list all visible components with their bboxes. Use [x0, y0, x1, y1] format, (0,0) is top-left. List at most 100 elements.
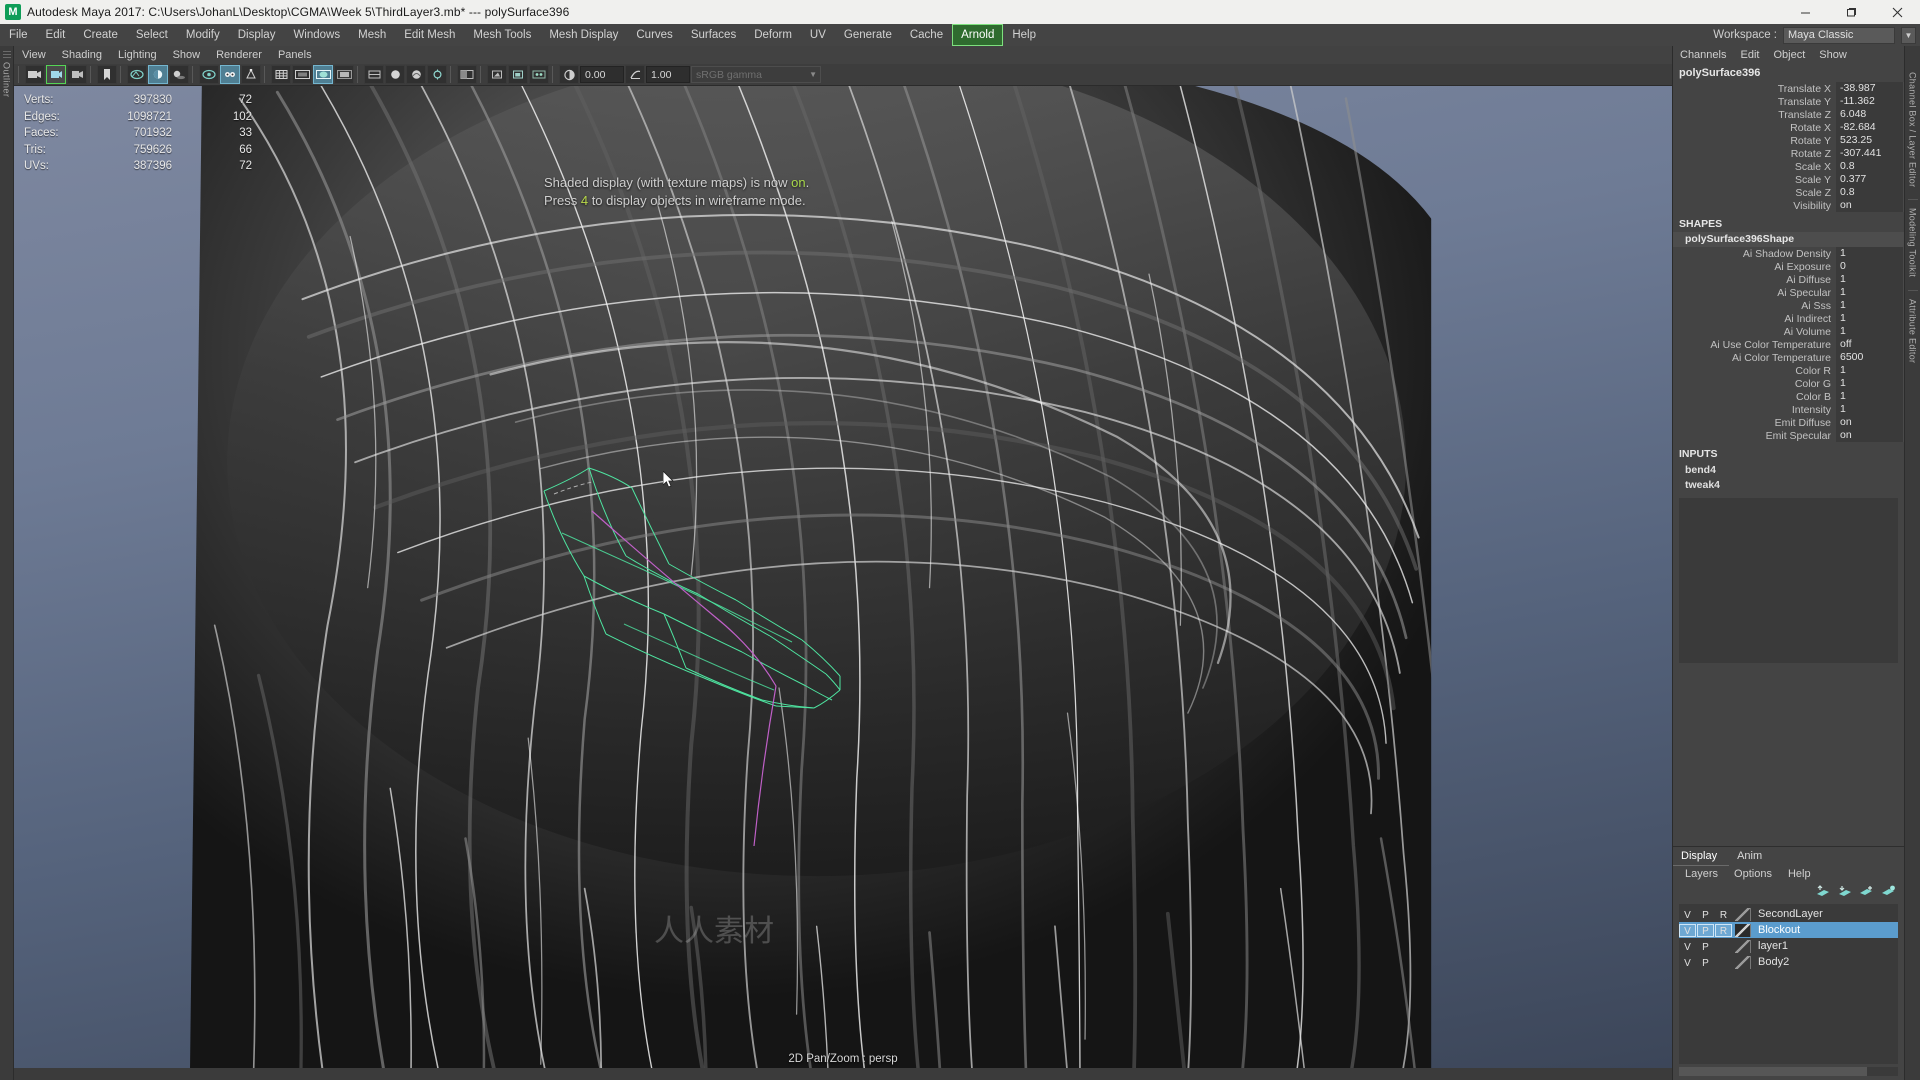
attr-value-ai-shadow-density[interactable]: 1 — [1836, 247, 1904, 260]
menu-item-generate[interactable]: Generate — [835, 24, 901, 46]
viewport-menu-renderer[interactable]: Renderer — [208, 46, 270, 64]
attr-value-emit-specular[interactable]: on — [1836, 429, 1904, 442]
attr-value-color-b[interactable]: 1 — [1836, 390, 1904, 403]
menu-item-deform[interactable]: Deform — [745, 24, 801, 46]
new-layer-from-selected-icon[interactable] — [1881, 885, 1896, 898]
layer-menu-options[interactable]: Options — [1726, 868, 1780, 880]
textured-icon[interactable] — [406, 65, 426, 84]
menu-item-help[interactable]: Help — [1003, 24, 1045, 46]
maximize-icon[interactable] — [1828, 0, 1874, 24]
menu-item-mesh[interactable]: Mesh — [349, 24, 395, 46]
viewport-menu-panels[interactable]: Panels — [270, 46, 320, 64]
layer-row-layer1[interactable]: V P layer1 — [1679, 938, 1898, 954]
chevron-down-icon[interactable]: ▼ — [1901, 26, 1916, 44]
layer-reference-toggle[interactable] — [1715, 956, 1732, 969]
antialias-icon[interactable] — [508, 65, 528, 84]
motion-blur-icon[interactable] — [529, 65, 549, 84]
channel-menu-channels[interactable]: Channels — [1673, 46, 1733, 64]
channel-menu-edit[interactable]: Edit — [1733, 46, 1766, 64]
camera-settings-icon[interactable] — [67, 65, 87, 84]
menu-item-file[interactable]: File — [0, 24, 37, 46]
menu-item-arnold[interactable]: Arnold — [952, 24, 1004, 46]
attr-value-scale-x[interactable]: 0.8 — [1836, 160, 1904, 173]
workspace-dropdown[interactable]: Maya Classic — [1783, 26, 1895, 44]
wireframe-shaded-icon[interactable] — [364, 65, 384, 84]
color-management-dropdown[interactable]: sRGB gamma ▼ — [691, 66, 821, 83]
layer-color-swatch-icon[interactable] — [1735, 923, 1751, 937]
gate-mask-icon[interactable] — [334, 65, 354, 84]
viewport-menu-shading[interactable]: Shading — [54, 46, 110, 64]
occlusion-icon[interactable] — [487, 65, 507, 84]
channel-box-attributes[interactable]: Translate X -38.987 Translate Y -11.362 … — [1673, 82, 1904, 846]
layer-color-swatch-icon[interactable] — [1735, 939, 1751, 953]
menu-item-surfaces[interactable]: Surfaces — [682, 24, 745, 46]
xray-active-components-icon[interactable] — [241, 65, 261, 84]
xray-icon[interactable] — [199, 65, 219, 84]
attr-value-intensity[interactable]: 1 — [1836, 403, 1904, 416]
attr-value-ai-diffuse[interactable]: 1 — [1836, 273, 1904, 286]
move-layer-down-icon[interactable] — [1837, 885, 1852, 898]
bookmark-icon[interactable] — [97, 65, 117, 84]
attr-value-translate-y[interactable]: -11.362 — [1836, 95, 1904, 108]
menu-item-windows[interactable]: Windows — [284, 24, 349, 46]
attr-value-scale-z[interactable]: 0.8 — [1836, 186, 1904, 199]
layer-menu-layers[interactable]: Layers — [1677, 868, 1726, 880]
attr-value-translate-z[interactable]: 6.048 — [1836, 108, 1904, 121]
gamma-icon[interactable] — [625, 65, 645, 84]
xray-joints-icon[interactable] — [220, 65, 240, 84]
smooth-shade-icon[interactable] — [385, 65, 405, 84]
resolution-gate-icon[interactable] — [313, 65, 333, 84]
attr-value-ai-color-temperature[interactable]: 6500 — [1836, 351, 1904, 364]
attr-value-color-g[interactable]: 1 — [1836, 377, 1904, 390]
layer-reference-toggle[interactable]: R — [1715, 923, 1732, 937]
grid-icon[interactable] — [271, 65, 291, 84]
shadow-map-icon[interactable] — [457, 65, 477, 84]
menu-item-display[interactable]: Display — [229, 24, 285, 46]
menu-item-curves[interactable]: Curves — [627, 24, 681, 46]
gamma-input[interactable]: 1.00 — [646, 66, 690, 83]
new-layer-icon[interactable] — [1859, 885, 1874, 898]
viewport-menu-show[interactable]: Show — [165, 46, 209, 64]
layer-visibility-toggle[interactable]: V — [1679, 923, 1696, 937]
menu-item-uv[interactable]: UV — [801, 24, 835, 46]
outliner-rail[interactable]: Outliner — [0, 46, 14, 1080]
layer-visibility-toggle[interactable]: V — [1679, 956, 1696, 969]
two-sided-lighting-icon[interactable] — [148, 65, 168, 84]
menu-item-edit[interactable]: Edit — [37, 24, 75, 46]
camera-attributes-icon[interactable] — [46, 65, 66, 84]
layer-playback-toggle[interactable]: P — [1697, 923, 1714, 937]
exposure-input[interactable]: 0.00 — [580, 66, 624, 83]
viewport-menu-view[interactable]: View — [14, 46, 54, 64]
layer-playback-toggle[interactable]: P — [1697, 908, 1714, 921]
menu-item-mesh-display[interactable]: Mesh Display — [540, 24, 627, 46]
exposure-icon[interactable] — [559, 65, 579, 84]
layer-list[interactable]: V P R SecondLayer V P R Blockout V P lay… — [1679, 904, 1898, 1064]
input-node-bend4[interactable]: bend4 — [1673, 462, 1904, 477]
film-gate-icon[interactable] — [292, 65, 312, 84]
menu-item-select[interactable]: Select — [127, 24, 177, 46]
attr-value-ai-specular[interactable]: 1 — [1836, 286, 1904, 299]
shape-node-name[interactable]: polySurface396Shape — [1673, 232, 1904, 247]
layer-playback-toggle[interactable]: P — [1697, 940, 1714, 953]
tab-anim[interactable]: Anim — [1729, 847, 1774, 866]
layer-color-swatch-icon[interactable] — [1735, 907, 1751, 921]
attr-value-ai-use-color-temperature[interactable]: off — [1836, 338, 1904, 351]
attr-value-ai-volume[interactable]: 1 — [1836, 325, 1904, 338]
select-camera-icon[interactable] — [25, 65, 45, 84]
layer-visibility-toggle[interactable]: V — [1679, 940, 1696, 953]
channel-menu-show[interactable]: Show — [1812, 46, 1854, 64]
image-plane-icon[interactable] — [127, 65, 147, 84]
layer-playback-toggle[interactable]: P — [1697, 956, 1714, 969]
attr-value-emit-diffuse[interactable]: on — [1836, 416, 1904, 429]
move-layer-up-icon[interactable] — [1815, 885, 1830, 898]
use-all-lights-icon[interactable] — [427, 65, 447, 84]
layer-name-blockout[interactable]: Blockout — [1756, 924, 1800, 936]
minimize-icon[interactable] — [1782, 0, 1828, 24]
menu-item-mesh-tools[interactable]: Mesh Tools — [464, 24, 540, 46]
attr-value-rotate-x[interactable]: -82.684 — [1836, 121, 1904, 134]
rail-channel-box-layer-editor[interactable]: Channel Box / Layer Editor — [1908, 72, 1918, 187]
rail-modeling-toolkit[interactable]: Modeling Toolkit — [1907, 199, 1918, 278]
shadows-icon[interactable] — [169, 65, 189, 84]
attr-value-visibility[interactable]: on — [1836, 199, 1904, 212]
menu-item-modify[interactable]: Modify — [177, 24, 229, 46]
